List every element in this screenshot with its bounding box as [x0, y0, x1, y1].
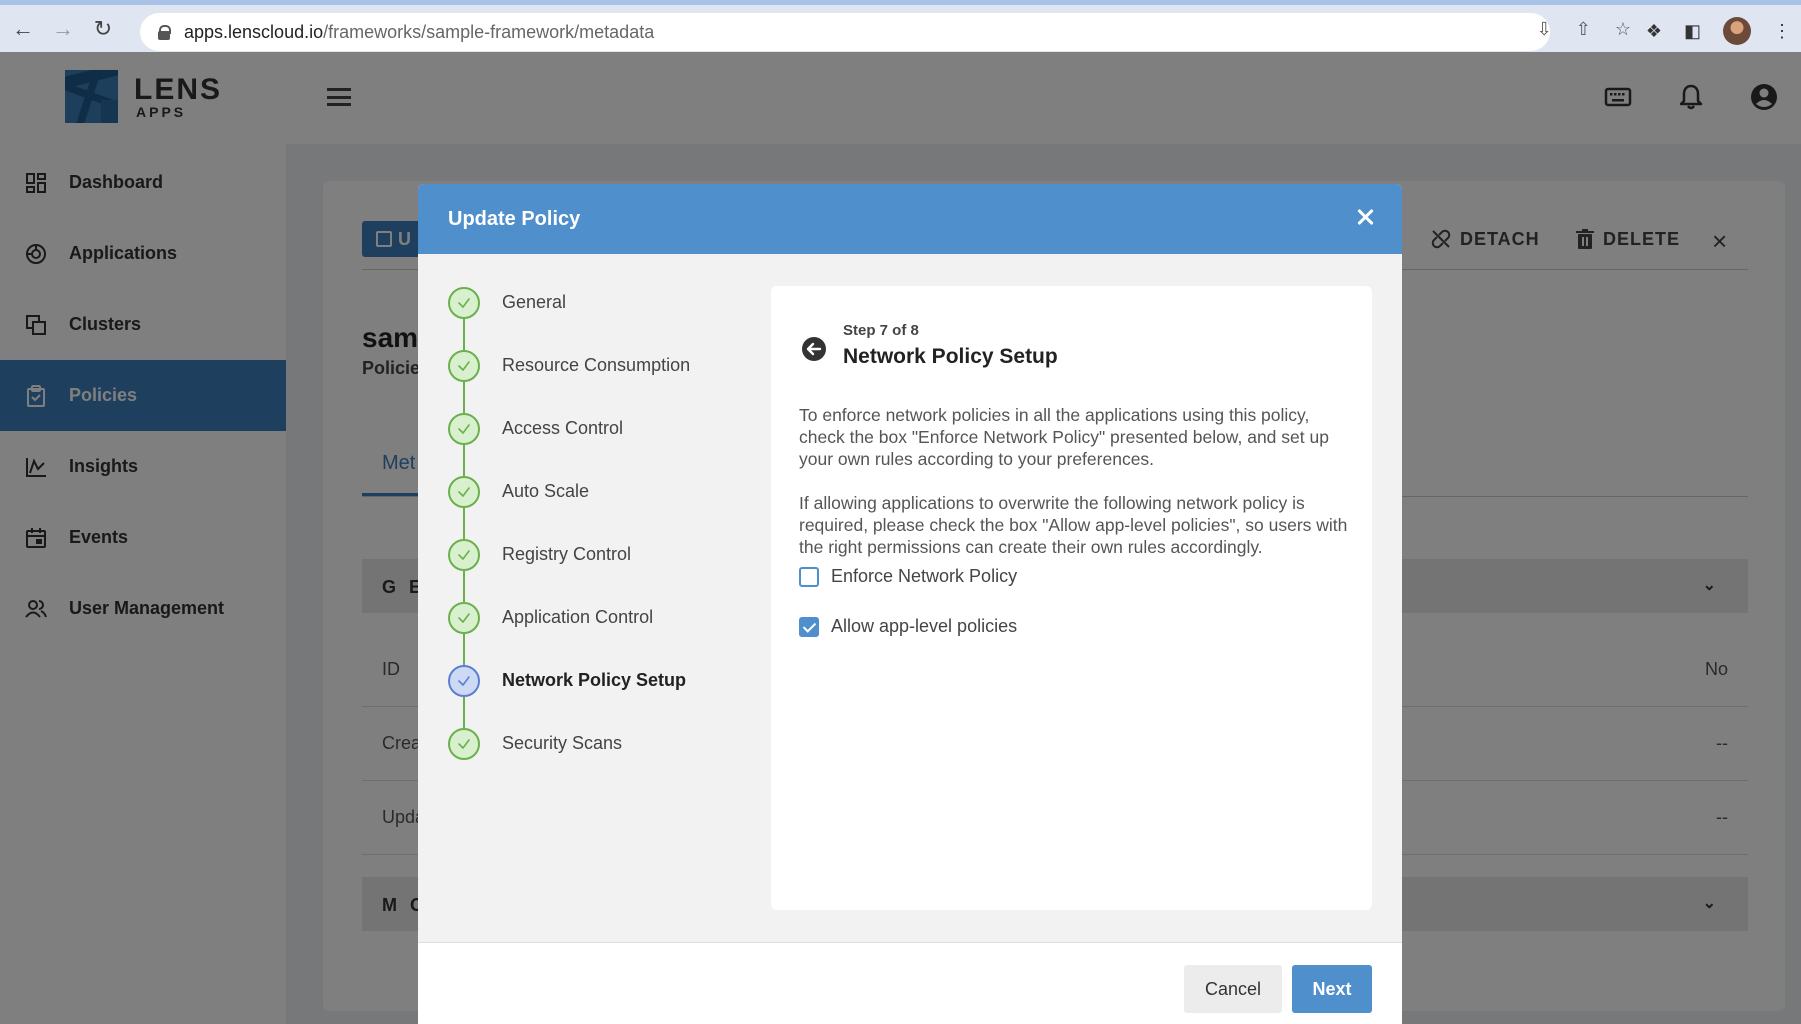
next-button[interactable]: Next	[1292, 965, 1372, 1013]
check-icon	[448, 728, 480, 760]
check-icon	[448, 476, 480, 508]
check-icon	[448, 350, 480, 382]
step-counter: Step 7 of 8	[843, 322, 919, 339]
url-host: apps.lenscloud.io	[184, 21, 324, 42]
allow-app-level-policies-checkbox[interactable]: Allow app-level policies	[799, 616, 1017, 637]
step-title: Network Policy Setup	[843, 345, 1058, 368]
step-label: General	[502, 292, 567, 312]
checkbox-label: Allow app-level policies	[831, 616, 1018, 636]
description-app-level: If allowing applications to overwrite th…	[799, 493, 1348, 557]
step-connector	[463, 319, 465, 350]
forward-arrow-icon[interactable]: →	[46, 12, 80, 46]
step-connector	[463, 634, 465, 665]
step-label: Auto Scale	[502, 481, 590, 501]
reload-icon[interactable]: ↻	[86, 12, 120, 46]
update-policy-dialog: Update Policy General Resource Consumptio…	[418, 184, 1402, 1024]
wizard-step[interactable]: Network Policy Setup	[448, 665, 690, 728]
checkbox-unchecked[interactable]	[799, 566, 819, 587]
dialog-title: Update Policy	[448, 207, 581, 230]
wizard-step[interactable]: Auto Scale	[448, 476, 690, 539]
back-arrow-icon[interactable]	[801, 336, 827, 362]
share-icon[interactable]: ⇧	[1576, 19, 1591, 40]
wizard-step[interactable]: General	[448, 287, 690, 350]
lock-icon	[158, 25, 171, 40]
browser-extensions: ❖ ◧ ⋮	[1646, 17, 1791, 45]
description-enforce: To enforce network policies in all the a…	[799, 405, 1329, 469]
wizard-step[interactable]: Application Control	[448, 602, 690, 665]
enforce-network-policy-checkbox[interactable]: Enforce Network Policy	[799, 566, 1017, 587]
profile-avatar[interactable]	[1723, 17, 1751, 45]
step-label: Network Policy Setup	[502, 670, 687, 690]
wizard-step[interactable]: Registry Control	[448, 539, 690, 602]
step-label: Application Control	[502, 607, 654, 627]
step-label: Resource Consumption	[502, 355, 691, 375]
wizard-step[interactable]: Resource Consumption	[448, 350, 690, 413]
wizard-step[interactable]: Security Scans	[448, 728, 690, 791]
close-icon[interactable]	[1354, 206, 1376, 228]
address-bar[interactable]: apps.lenscloud.io/frameworks/sample-fram…	[140, 13, 1550, 51]
step-connector	[463, 697, 465, 728]
check-icon	[448, 539, 480, 571]
dialog-footer: Cancel Next	[418, 942, 1402, 1024]
step-label: Access Control	[502, 418, 624, 438]
back-arrow-icon[interactable]: ←	[6, 12, 40, 46]
wizard-stepper: General Resource Consumption Access Contro…	[448, 287, 690, 791]
checkbox-label: Enforce Network Policy	[831, 566, 1018, 586]
install-icon[interactable]: ⇩	[1537, 19, 1552, 40]
url-path: /frameworks/sample-framework/metadata	[323, 21, 655, 42]
side-panel-icon[interactable]: ◧	[1684, 21, 1701, 42]
bookmark-star-icon[interactable]: ☆	[1615, 19, 1631, 40]
step-label: Registry Control	[502, 544, 632, 564]
cancel-button[interactable]: Cancel	[1184, 965, 1282, 1013]
browser-toolbar: ← → ↻ apps.lenscloud.io/frameworks/sampl…	[0, 0, 1801, 52]
step-content-card: Step 7 of 8 Network Policy Setup To enfo…	[771, 286, 1372, 910]
browser-menu-icon[interactable]: ⋮	[1773, 21, 1791, 42]
check-icon	[448, 665, 480, 697]
extensions-puzzle-icon[interactable]: ❖	[1646, 21, 1662, 42]
step-connector	[463, 508, 465, 539]
step-connector	[463, 571, 465, 602]
check-icon	[448, 287, 480, 319]
checkbox-checked[interactable]	[799, 616, 819, 637]
address-bar-actions: ⇩ ⇧ ☆	[1537, 19, 1631, 40]
step-connector	[463, 382, 465, 413]
step-label: Security Scans	[502, 733, 623, 753]
wizard-step[interactable]: Access Control	[448, 413, 690, 476]
check-icon	[448, 413, 480, 445]
dialog-header: Update Policy	[418, 184, 1402, 254]
step-connector	[463, 445, 465, 476]
check-icon	[448, 602, 480, 634]
